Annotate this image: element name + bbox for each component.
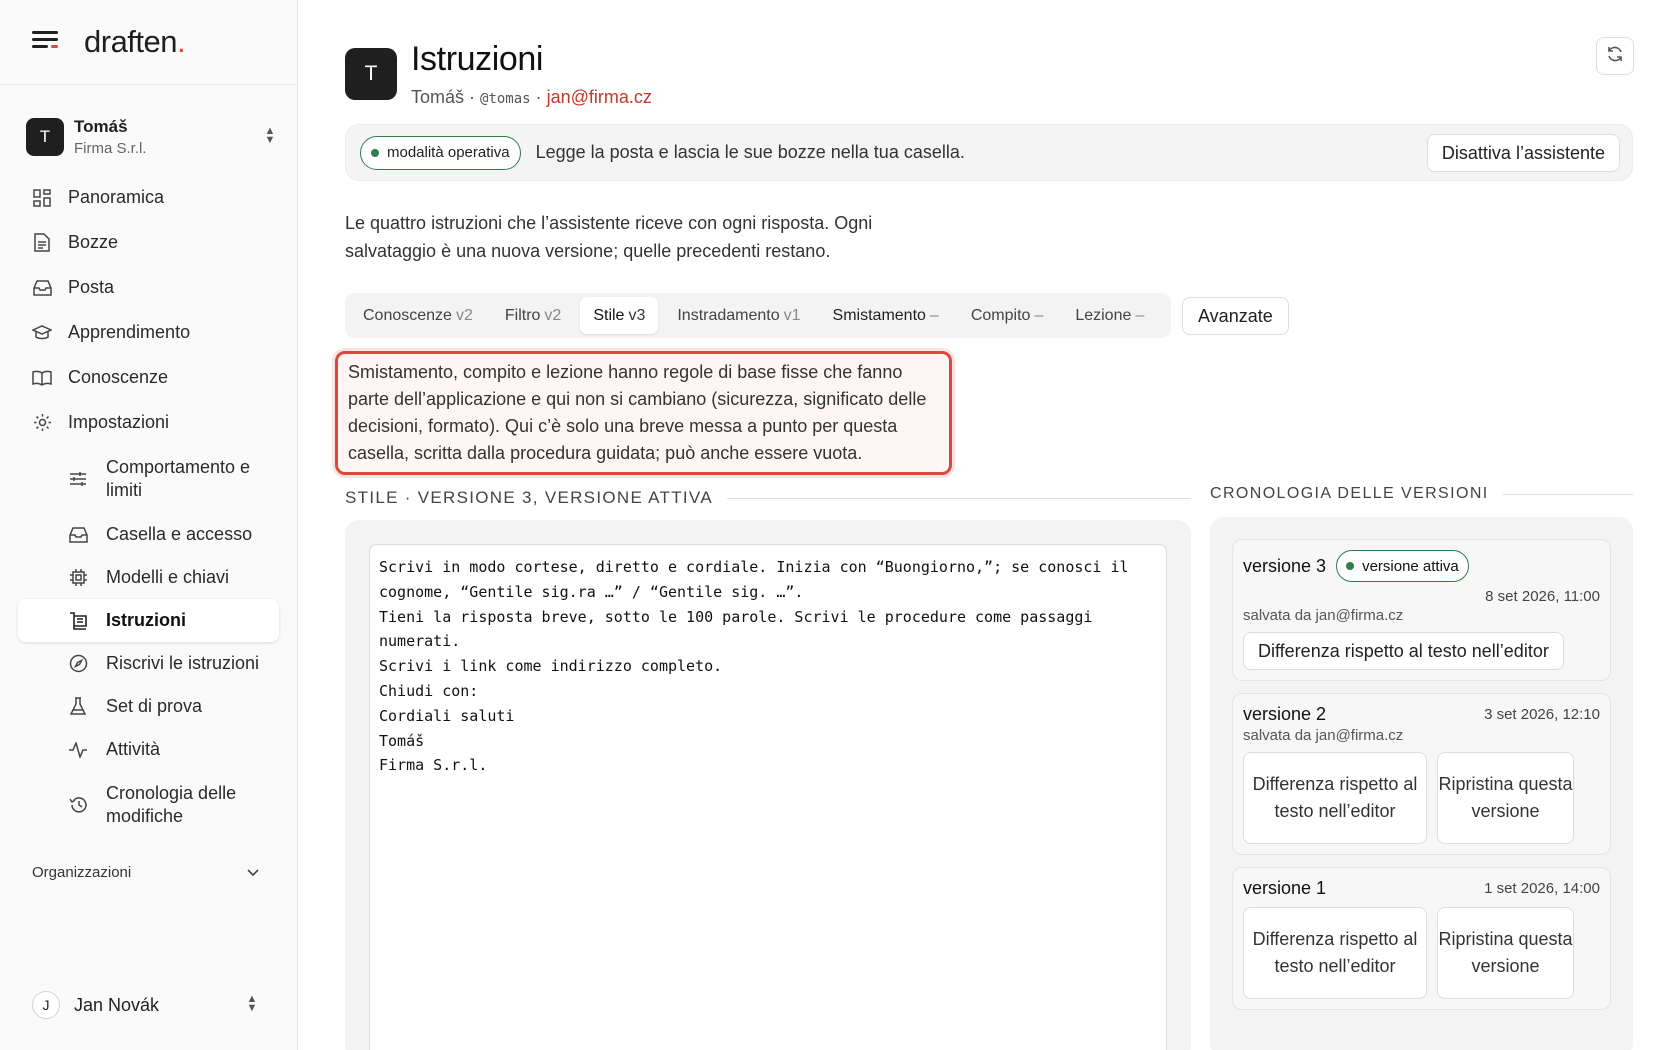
refresh-icon bbox=[1606, 45, 1624, 68]
banner-text: Legge la posta e lascia le sue bozze nel… bbox=[535, 142, 965, 162]
activity-icon bbox=[68, 740, 88, 760]
version-author: salvata da jan@firma.cz bbox=[1243, 607, 1404, 624]
sidebar-subitem-cronologia[interactable]: Cronologia delle modifiche bbox=[18, 771, 279, 839]
tab-compito[interactable]: Compito – bbox=[958, 297, 1056, 334]
sidebar-subitem-casella[interactable]: Casella e accesso bbox=[18, 513, 279, 556]
document-icon bbox=[32, 233, 52, 253]
history-section-title: CRONOLOGIA DELLE VERSIONI bbox=[1210, 485, 1633, 503]
main-content: T Istruzioni Tomáš · @tomas · jan@firma.… bbox=[335, 0, 1680, 1050]
assistant-email[interactable]: jan@firma.cz bbox=[547, 87, 652, 107]
book-icon bbox=[32, 368, 52, 388]
tab-conoscenze[interactable]: Conoscenze v2 bbox=[350, 297, 486, 334]
history-icon bbox=[68, 795, 88, 815]
version-card-3: versione 3 versione attiva 8 set 2026, 11… bbox=[1232, 539, 1611, 681]
chevron-up-down-icon: ▲ ▼ bbox=[246, 993, 258, 1014]
diff-button[interactable]: Differenza rispetto al testo nell’editor bbox=[1243, 907, 1427, 999]
page-subtitle: Tomáš · @tomas · jan@firma.cz bbox=[411, 87, 652, 107]
workspace-avatar: T bbox=[26, 118, 64, 156]
compass-icon bbox=[68, 654, 88, 674]
sidebar-item-apprendimento[interactable]: Apprendimento bbox=[18, 310, 279, 355]
refresh-button[interactable] bbox=[1596, 37, 1634, 75]
sidebar-subitem-modelli[interactable]: Modelli e chiavi bbox=[18, 556, 279, 599]
gear-icon bbox=[32, 413, 52, 433]
version-date: 3 set 2026, 12:10 bbox=[1484, 706, 1600, 723]
assistant-handle: @tomas bbox=[480, 91, 531, 107]
user-menu[interactable]: J Jan Novák ▲ ▼ bbox=[32, 988, 259, 1022]
inbox-icon bbox=[32, 278, 52, 298]
graduation-cap-icon bbox=[32, 323, 52, 343]
sidebar-item-posta[interactable]: Posta bbox=[18, 265, 279, 310]
version-date: 1 set 2026, 14:00 bbox=[1484, 880, 1600, 897]
user-avatar: J bbox=[32, 991, 60, 1019]
diff-button[interactable]: Differenza rispetto al testo nell’editor bbox=[1243, 632, 1564, 670]
disable-assistant-button[interactable]: Disattiva l’assistente bbox=[1426, 134, 1620, 172]
editor-panel: Scrivi in modo cortese, diretto e cordia… bbox=[345, 520, 1191, 1050]
version-author: salvata da jan@firma.cz bbox=[1243, 727, 1404, 744]
page-title: Istruzioni bbox=[411, 40, 544, 78]
user-name: Jan Novák bbox=[74, 994, 160, 1015]
sidebar-subitem-attivita[interactable]: Attività bbox=[18, 728, 279, 771]
sidebar-item-bozze[interactable]: Bozze bbox=[18, 220, 279, 265]
status-dot-icon bbox=[371, 148, 379, 157]
page-header: T Istruzioni Tomáš · @tomas · jan@firma.… bbox=[345, 40, 652, 108]
chip-icon bbox=[68, 568, 88, 588]
organizations-label: Organizzazioni bbox=[32, 863, 132, 881]
version-history-panel: versione 3 versione attiva 8 set 2026, 11… bbox=[1210, 517, 1633, 1050]
instructions-editor[interactable]: Scrivi in modo cortese, diretto e cordia… bbox=[369, 544, 1167, 1050]
advanced-button[interactable]: Avanzate bbox=[1182, 297, 1289, 335]
sidebar-item-impostazioni[interactable]: Impostazioni bbox=[18, 400, 279, 445]
sliders-icon bbox=[68, 469, 88, 489]
status-dot-icon bbox=[1346, 562, 1355, 570]
tab-instradamento[interactable]: Instradamento v1 bbox=[664, 297, 813, 334]
dashboard-icon bbox=[32, 188, 52, 208]
editor-section-title: STILE · VERSIONE 3, VERSIONE ATTIVA bbox=[345, 488, 1191, 508]
flask-icon bbox=[68, 697, 88, 717]
inbox-icon bbox=[68, 525, 88, 545]
organizations-toggle[interactable]: Organizzazioni bbox=[32, 857, 259, 887]
intro-text: Le quattro istruzioni che l’assistente r… bbox=[345, 213, 873, 261]
sidebar-item-conoscenze[interactable]: Conoscenze bbox=[18, 355, 279, 400]
diff-button[interactable]: Differenza rispetto al testo nell’editor bbox=[1243, 752, 1427, 844]
restore-version-button[interactable]: Ripristina questa versione bbox=[1437, 907, 1574, 999]
status-badge: modalità operativa bbox=[360, 135, 521, 170]
instruction-tabs: Conoscenze v2 Filtro v2 Stile v3 Instradame… bbox=[345, 293, 1171, 338]
tab-smistamento[interactable]: Smistamento – bbox=[820, 297, 952, 334]
workspace-switcher[interactable]: T Tomáš Firma S.r.l. ▲ ▼ bbox=[26, 115, 277, 159]
sidebar-subitem-comportamento[interactable]: Comportamento e limiti bbox=[18, 445, 279, 513]
sidebar-item-panoramica[interactable]: Panoramica bbox=[18, 175, 279, 220]
highlighted-note: Smistamento, compito e lezione hanno reg… bbox=[335, 351, 952, 475]
brand-bar: draften. bbox=[0, 0, 297, 85]
tab-lezione[interactable]: Lezione – bbox=[1062, 297, 1157, 334]
instructions-icon bbox=[68, 611, 88, 631]
version-label: versione 1 bbox=[1243, 878, 1327, 898]
version-label: versione 2 bbox=[1243, 704, 1327, 724]
restore-version-button[interactable]: Ripristina questa versione bbox=[1437, 752, 1574, 844]
assistant-avatar: T bbox=[345, 48, 397, 100]
sidebar-subitem-set-di-prova[interactable]: Set di prova bbox=[18, 685, 279, 728]
chevron-down-icon bbox=[247, 864, 259, 881]
sidebar-subitem-riscrivi[interactable]: Riscrivi le istruzioni bbox=[18, 642, 279, 685]
sidebar-subitem-istruzioni[interactable]: Istruzioni bbox=[18, 599, 279, 642]
version-date: 8 set 2026, 11:00 bbox=[1485, 588, 1600, 605]
assistant-name: Tomáš bbox=[411, 87, 465, 107]
sidebar: draften. T Tomáš Firma S.r.l. ▲ ▼ Panoram… bbox=[0, 0, 298, 1050]
sidebar-nav: Panoramica Bozze Posta Apprendimento Con… bbox=[0, 175, 297, 839]
version-card-1: versione 1 1 set 2026, 14:00 Differenza r… bbox=[1232, 867, 1611, 1010]
version-label: versione 3 bbox=[1243, 555, 1327, 576]
version-card-2: versione 2 3 set 2026, 12:10 salvata da j… bbox=[1232, 693, 1611, 855]
tab-filtro[interactable]: Filtro v2 bbox=[492, 297, 574, 334]
tab-stile[interactable]: Stile v3 bbox=[580, 297, 659, 334]
workspace-name: Tomáš bbox=[74, 117, 128, 136]
active-version-badge: versione attiva bbox=[1336, 550, 1469, 582]
workspace-org: Firma S.r.l. bbox=[74, 140, 147, 157]
status-banner: modalità operativa Legge la posta e lasc… bbox=[345, 124, 1633, 181]
brand-logo[interactable]: draften. bbox=[84, 24, 186, 60]
chevron-up-down-icon: ▲ ▼ bbox=[264, 125, 276, 146]
hamburger-menu-icon[interactable] bbox=[32, 31, 60, 53]
